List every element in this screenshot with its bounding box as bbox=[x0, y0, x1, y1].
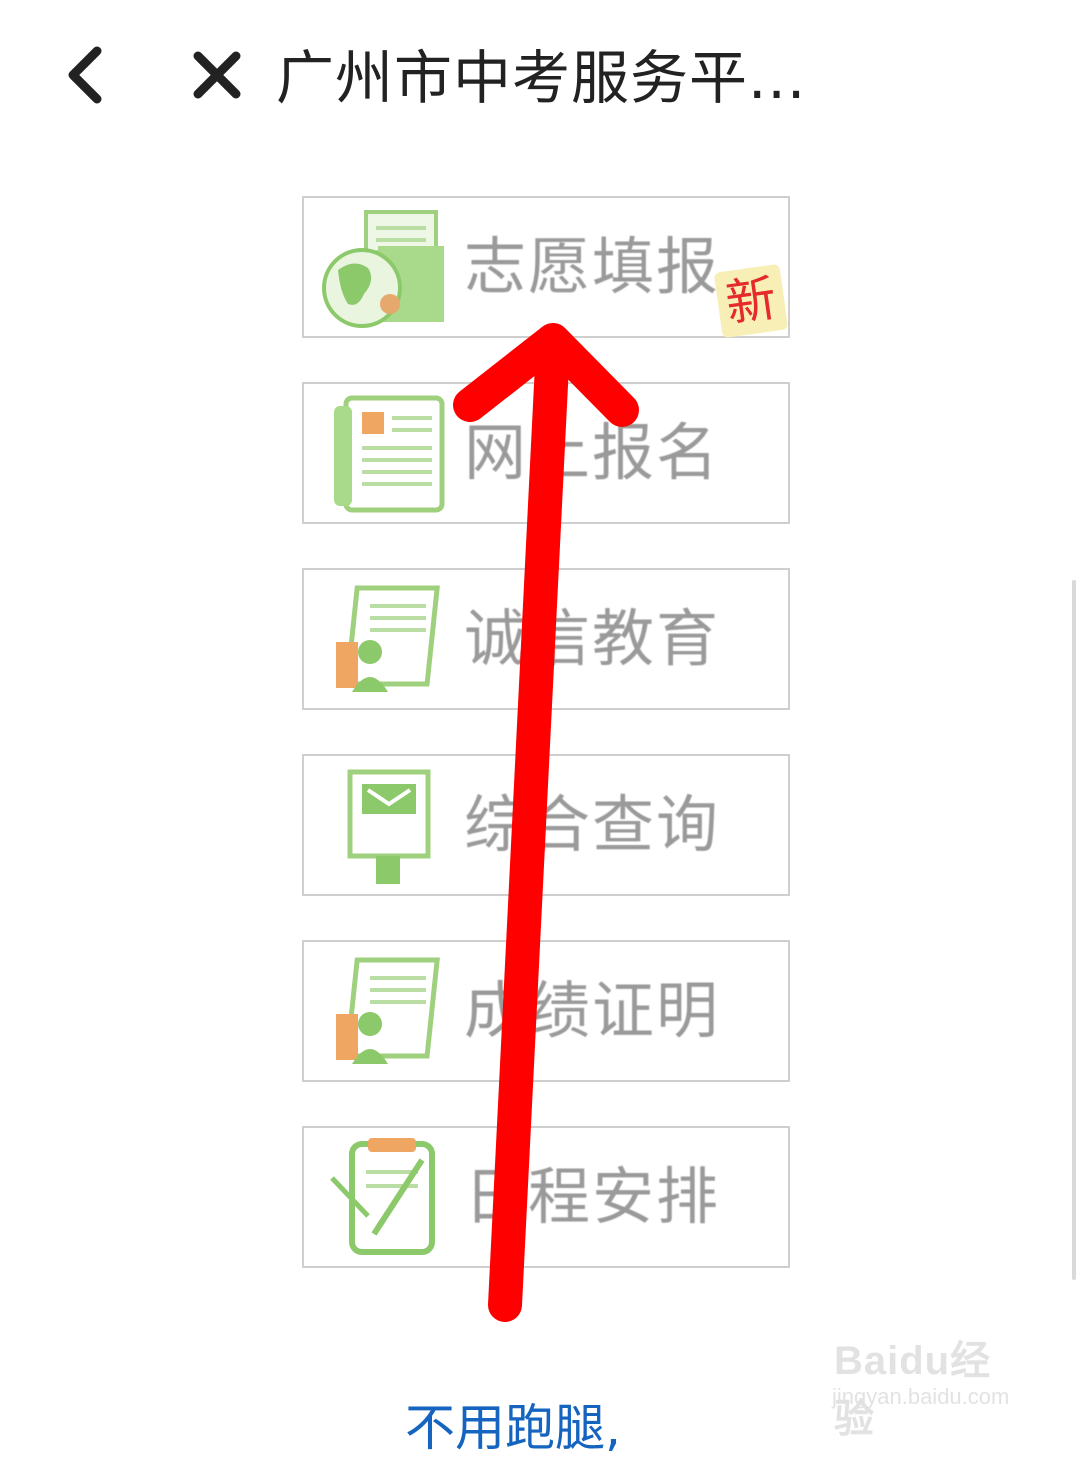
menu-item-label: 诚信教育 bbox=[464, 602, 721, 675]
top-bar: 广州市中考服务平... bbox=[0, 0, 1080, 150]
registration-form-icon bbox=[334, 395, 445, 513]
baidu-jingyan-watermark: Baidu经验 jingyan.baidu.com bbox=[826, 1320, 1026, 1441]
menu-item-integrity-education[interactable]: 诚信教育 bbox=[302, 568, 790, 710]
user-document-icon bbox=[336, 585, 440, 692]
menu-item-label: 综合查询 bbox=[464, 788, 721, 861]
menu-item-label: 志愿填报 bbox=[464, 230, 721, 303]
scrollbar[interactable] bbox=[1072, 580, 1076, 1280]
close-button[interactable] bbox=[182, 40, 252, 110]
back-button[interactable] bbox=[50, 40, 120, 110]
chevron-left-icon bbox=[68, 46, 102, 104]
menu-item-score-certificate[interactable]: 成绩证明 bbox=[302, 940, 790, 1082]
mailbox-icon bbox=[347, 769, 431, 884]
page-title: 广州市中考服务平... bbox=[276, 44, 807, 112]
menu-item-comprehensive-query[interactable]: 综合查询 bbox=[302, 754, 790, 896]
menu-item-label: 日程安排 bbox=[464, 1160, 721, 1233]
new-badge: 新 bbox=[713, 263, 789, 339]
menu-item-schedule[interactable]: 日程安排 bbox=[302, 1126, 790, 1268]
globe-document-icon bbox=[322, 210, 444, 328]
menu-item-online-registration[interactable]: 网上报名 bbox=[302, 382, 790, 524]
service-menu: 志愿填报 新 网上报名 诚信教育 综合查询 成绩证明 日程安排 bbox=[302, 196, 794, 1312]
menu-item-label: 成绩证明 bbox=[464, 974, 721, 1047]
clipboard-pen-icon bbox=[330, 1138, 435, 1255]
no-errand-link[interactable]: 不用跑腿, bbox=[405, 1388, 621, 1460]
menu-item-volunteer-application[interactable]: 志愿填报 新 bbox=[302, 196, 790, 339]
watermark-url: jingyan.baidu.com bbox=[832, 1384, 1010, 1409]
user-document-icon bbox=[336, 957, 440, 1064]
menu-item-label: 网上报名 bbox=[464, 416, 721, 489]
close-icon bbox=[193, 51, 241, 99]
